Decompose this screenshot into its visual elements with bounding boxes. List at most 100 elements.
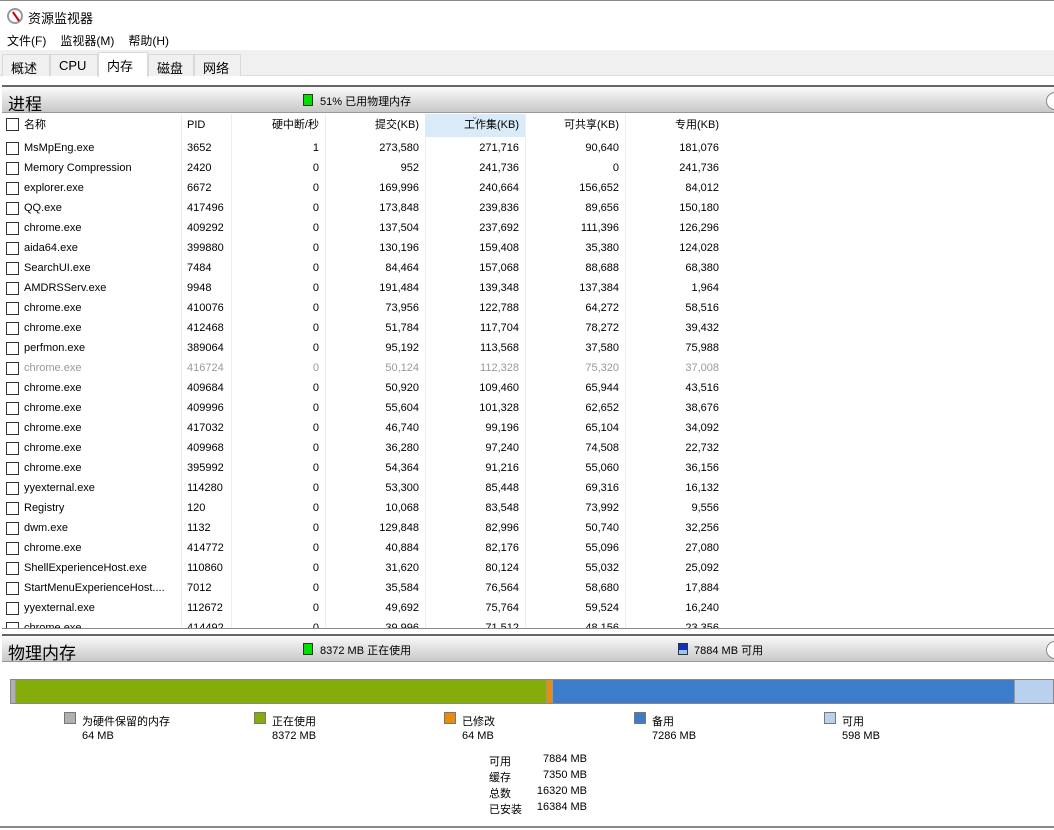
table-row[interactable]: chrome.exe 416724 0 50,124 112,328 75,320 37,0…	[2, 358, 1054, 378]
window-title: 资源监视器	[28, 11, 94, 26]
table-row[interactable]: perfmon.exe 389064 0 95,192 113,568 37,580 75,…	[2, 338, 1054, 358]
process-checkbox[interactable]	[6, 622, 19, 628]
pid: 409968	[187, 442, 224, 454]
working-set: 157,068	[479, 262, 519, 274]
table-row[interactable]: AMDRSServ.exe 9948 0 191,484 139,348 137,384 1…	[2, 278, 1054, 298]
collapse-icon[interactable]	[1046, 92, 1054, 110]
process-checkbox[interactable]	[6, 402, 19, 415]
working-set: 71,512	[485, 622, 519, 629]
table-row[interactable]: explorer.exe 6672 0 169,996 240,664 156,652 84…	[2, 178, 1054, 198]
process-checkbox[interactable]	[6, 222, 19, 235]
table-row[interactable]: chrome.exe 412468 0 51,784 117,704 78,272 39,4…	[2, 318, 1054, 338]
process-checkbox[interactable]	[6, 242, 19, 255]
tab-cpu[interactable]: CPU	[50, 54, 98, 76]
pid: 410076	[187, 302, 224, 314]
process-checkbox[interactable]	[6, 362, 19, 375]
hard-faults: 0	[312, 362, 319, 374]
private: 25,092	[685, 562, 719, 574]
process-checkbox[interactable]	[6, 162, 19, 175]
process-checkbox[interactable]	[6, 542, 19, 555]
table-row[interactable]: chrome.exe 409684 0 50,920 109,460 65,944 43,5…	[2, 378, 1054, 398]
table-row[interactable]: chrome.exe 395992 0 54,364 91,216 55,060 36,15…	[2, 458, 1054, 478]
process-checkbox[interactable]	[6, 602, 19, 615]
table-row[interactable]: StartMenuExperienceHost.... 7012 0 35,584 76…	[2, 578, 1054, 598]
table-row[interactable]: chrome.exe 410076 0 73,956 122,788 64,272 58,5…	[2, 298, 1054, 318]
tab-disk[interactable]: 磁盘	[148, 54, 194, 76]
column-header[interactable]: PID	[181, 114, 231, 137]
table-row[interactable]: chrome.exe 414772 0 40,884 82,176 55,096 27,08…	[2, 538, 1054, 558]
process-checkbox[interactable]	[6, 442, 19, 455]
collapse-icon[interactable]	[1046, 641, 1054, 659]
tab-memory[interactable]: 内存	[98, 52, 148, 77]
physical-memory-section-header[interactable]: 物理内存 8372 MB 正在使用 7884 MB 可用	[2, 634, 1054, 663]
tab-network[interactable]: 网络	[194, 54, 241, 76]
menu-help[interactable]: 帮助(H)	[121, 32, 176, 50]
working-set: 75,764	[485, 602, 519, 614]
table-row[interactable]: aida64.exe 399880 0 130,196 159,408 35,380 124…	[2, 238, 1054, 258]
table-row[interactable]: QQ.exe 417496 0 173,848 239,836 89,656 150,180	[2, 198, 1054, 218]
process-checkbox[interactable]	[6, 182, 19, 195]
column-header[interactable]: 工作集(KB) ⌄	[425, 114, 525, 137]
working-set: 241,736	[479, 162, 519, 174]
process-checkbox[interactable]	[6, 562, 19, 575]
process-checkbox[interactable]	[6, 382, 19, 395]
menu-monitor[interactable]: 监视器(M)	[53, 32, 121, 50]
process-checkbox[interactable]	[6, 142, 19, 155]
column-header[interactable]: 专用(KB)	[625, 114, 725, 137]
process-checkbox[interactable]	[6, 462, 19, 475]
process-checkbox[interactable]	[6, 502, 19, 515]
process-checkbox[interactable]	[6, 342, 19, 355]
shareable: 156,652	[579, 182, 619, 194]
column-header[interactable]: 可共享(KB)	[525, 114, 625, 137]
pid: 3652	[187, 142, 212, 154]
table-row[interactable]: ShellExperienceHost.exe 110860 0 31,620 80,1…	[2, 558, 1054, 578]
select-all-checkbox[interactable]	[6, 118, 19, 131]
process-checkbox[interactable]	[6, 202, 19, 215]
process-checkbox[interactable]	[6, 282, 19, 295]
shareable: 50,740	[585, 522, 619, 534]
memory-bar-segment	[1014, 680, 1054, 703]
table-row[interactable]: Memory Compression 2420 0 952 241,736 0 241,73…	[2, 158, 1054, 178]
pid: 1132	[187, 522, 211, 534]
column-header[interactable]: 提交(KB)	[325, 114, 425, 137]
table-row[interactable]: chrome.exe 417032 0 46,740 99,196 65,104 34,09…	[2, 418, 1054, 438]
hard-faults: 0	[312, 202, 319, 214]
table-row[interactable]: chrome.exe 409292 0 137,504 237,692 111,396 12…	[2, 218, 1054, 238]
commit: 51,784	[385, 322, 419, 334]
table-row[interactable]: Registry 120 0 10,068 83,548 73,992 9,556	[2, 498, 1054, 518]
shareable: 111,396	[580, 222, 619, 234]
processes-section-header[interactable]: 进程 51% 已用物理内存	[2, 85, 1054, 114]
process-name: Registry	[2, 498, 181, 518]
table-row[interactable]: chrome.exe 409996 0 55,604 101,328 62,652 38,6…	[2, 398, 1054, 418]
private: 16,132	[685, 482, 719, 494]
process-checkbox[interactable]	[6, 422, 19, 435]
table-row[interactable]: yyexternal.exe 112672 0 49,692 75,764 59,524 1…	[2, 598, 1054, 618]
pid: 409684	[187, 382, 224, 394]
process-checkbox[interactable]	[6, 302, 19, 315]
commit: 50,920	[385, 382, 419, 394]
pid: 409292	[187, 222, 224, 234]
commit: 55,604	[385, 402, 419, 414]
process-checkbox[interactable]	[6, 582, 19, 595]
private: 124,028	[679, 242, 719, 254]
commit: 40,884	[385, 542, 419, 554]
process-checkbox[interactable]	[6, 322, 19, 335]
table-row[interactable]: chrome.exe 414492 0 39,996 71,512 48,156 23,35…	[2, 618, 1054, 629]
column-header[interactable]: 硬中断/秒	[231, 114, 325, 137]
process-name: SearchUI.exe	[2, 258, 181, 278]
table-row[interactable]: chrome.exe 409968 0 36,280 97,240 74,508 22,73…	[2, 438, 1054, 458]
tab-overview[interactable]: 概述	[2, 54, 50, 76]
process-checkbox[interactable]	[6, 482, 19, 495]
title-bar: 资源监视器	[0, 1, 1054, 31]
process-checkbox[interactable]	[6, 262, 19, 275]
table-row[interactable]: yyexternal.exe 114280 0 53,300 85,448 69,316 1…	[2, 478, 1054, 498]
shareable: 59,524	[585, 602, 619, 614]
table-row[interactable]: MsMpEng.exe 3652 1 273,580 271,716 90,640 181,…	[2, 138, 1054, 158]
process-checkbox[interactable]	[6, 522, 19, 535]
column-header[interactable]: 名称	[2, 114, 181, 137]
table-row[interactable]: dwm.exe 1132 0 129,848 82,996 50,740 32,256	[2, 518, 1054, 538]
process-name: AMDRSServ.exe	[2, 278, 181, 298]
table-row[interactable]: SearchUI.exe 7484 0 84,464 157,068 88,688 68,3…	[2, 258, 1054, 278]
commit: 173,848	[379, 202, 419, 214]
menu-file[interactable]: 文件(F)	[0, 32, 53, 50]
